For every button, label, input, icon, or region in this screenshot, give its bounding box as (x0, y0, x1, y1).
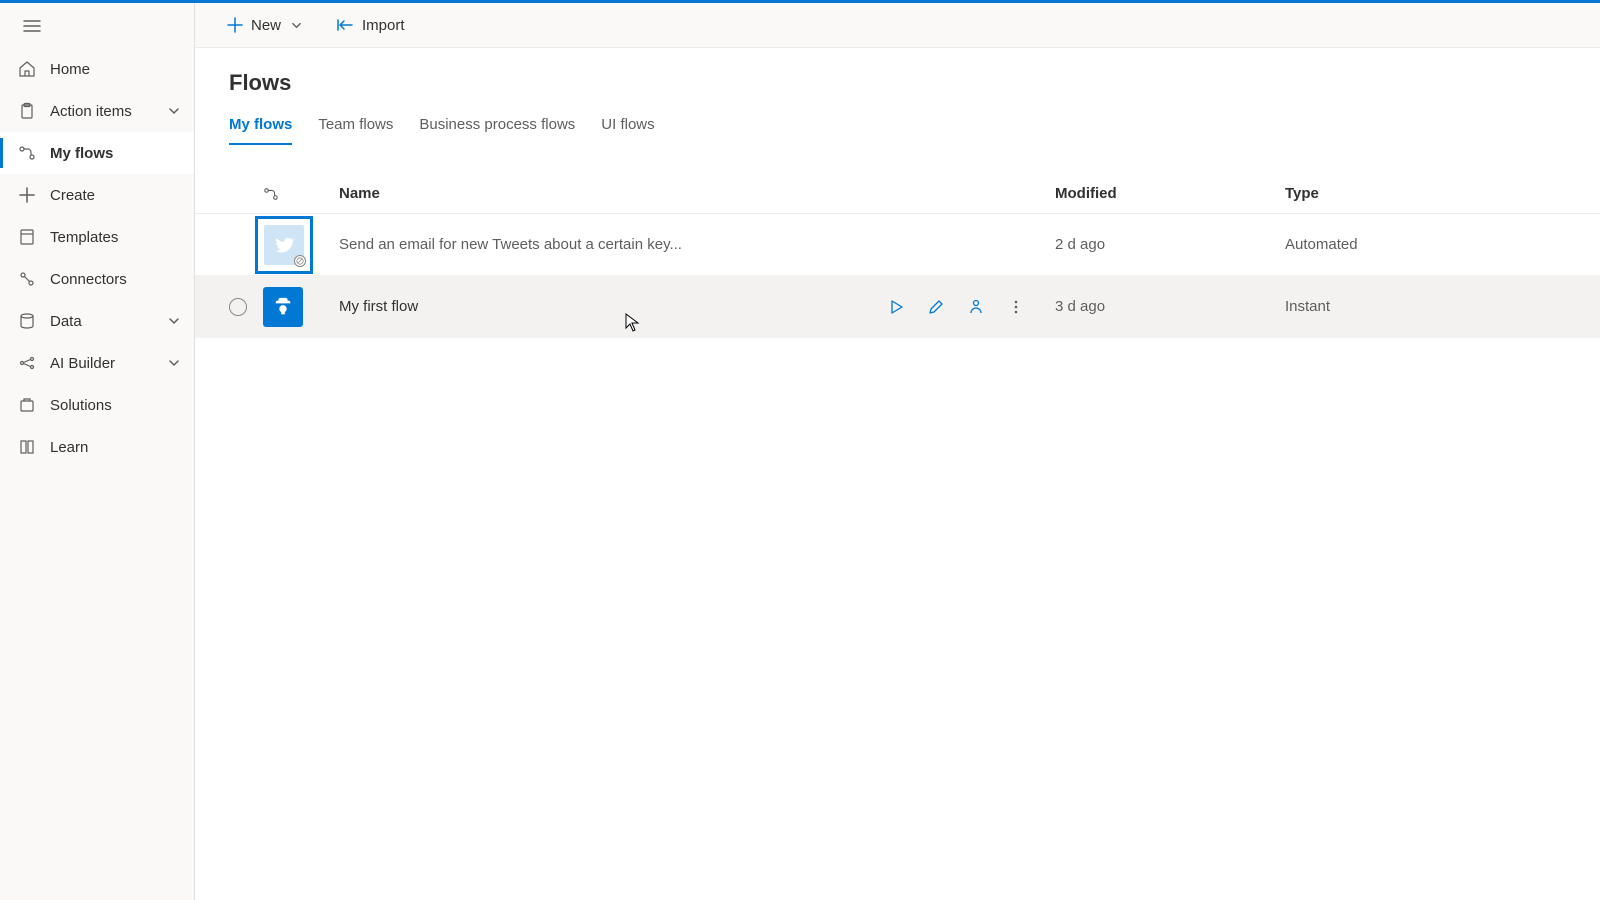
edit-button[interactable] (925, 296, 947, 318)
clipboard-icon (18, 102, 36, 120)
flow-name[interactable]: Send an email for new Tweets about a cer… (335, 236, 885, 253)
sidebar-item-ai-builder[interactable]: AI Builder (0, 342, 194, 384)
share-icon (967, 298, 985, 316)
ai-builder-icon (18, 354, 36, 372)
tab-business-process-flows[interactable]: Business process flows (419, 110, 575, 145)
run-button[interactable] (885, 296, 907, 318)
sidebar-item-templates[interactable]: Templates (0, 216, 194, 258)
import-button[interactable]: Import (330, 8, 411, 42)
hamburger-row (0, 3, 194, 48)
pencil-icon (928, 299, 944, 315)
tab-label: My flows (229, 116, 292, 133)
data-icon (18, 312, 36, 330)
sidebar-item-label: Data (50, 313, 82, 330)
sidebar-item-connectors[interactable]: Connectors (0, 258, 194, 300)
flows-grid: Name Modified Type (195, 174, 1600, 338)
table-row[interactable]: Send an email for new Tweets about a cer… (195, 214, 1600, 276)
tab-label: UI flows (601, 116, 654, 133)
share-button[interactable] (965, 296, 987, 318)
flow-modified: 2 d ago (1055, 236, 1285, 253)
tabs: My flows Team flows Business process flo… (229, 110, 1600, 146)
sidebar-item-label: Connectors (50, 271, 127, 288)
plus-icon (227, 17, 243, 33)
row-actions (885, 296, 1055, 318)
sidebar-item-label: Templates (50, 229, 118, 246)
sidebar-item-solutions[interactable]: Solutions (0, 384, 194, 426)
more-vertical-icon (1008, 299, 1024, 315)
chevron-down-icon (168, 105, 180, 117)
sidebar-item-label: AI Builder (50, 355, 115, 372)
col-type[interactable]: Type (1285, 185, 1600, 202)
chevron-down-icon (291, 20, 302, 31)
sidebar-item-label: Solutions (50, 397, 112, 414)
tab-team-flows[interactable]: Team flows (318, 110, 393, 145)
connectors-icon (18, 270, 36, 288)
grid-header: Name Modified Type (195, 174, 1600, 214)
templates-icon (18, 228, 36, 246)
col-name[interactable]: Name (335, 185, 885, 202)
sidebar-item-label: Learn (50, 439, 88, 456)
flow-name[interactable]: My first flow (335, 298, 885, 315)
instant-flow-icon (263, 287, 303, 327)
col-icon (255, 186, 335, 202)
flow-icon (18, 144, 36, 162)
tab-label: Business process flows (419, 116, 575, 133)
content: Flows My flows Team flows Business proce… (195, 48, 1600, 338)
sidebar-item-home[interactable]: Home (0, 48, 194, 90)
flow-type: Instant (1285, 298, 1600, 315)
import-label: Import (362, 17, 405, 34)
flow-modified: 3 d ago (1055, 298, 1285, 315)
learn-icon (18, 438, 36, 456)
row-icon-cell (255, 216, 335, 274)
sidebar-item-my-flows[interactable]: My flows (0, 132, 194, 174)
sidebar-item-label: Action items (50, 103, 132, 120)
more-button[interactable] (1005, 296, 1027, 318)
flow-type: Automated (1285, 236, 1600, 253)
radio-icon[interactable] (229, 298, 247, 316)
play-icon (888, 299, 904, 315)
disabled-badge-icon (294, 255, 306, 267)
sidebar-item-label: Home (50, 61, 90, 78)
app-root: Home Action items My flows Create (0, 3, 1600, 900)
page-title: Flows (229, 70, 1600, 96)
tab-label: Team flows (318, 116, 393, 133)
col-modified[interactable]: Modified (1055, 185, 1285, 202)
new-button[interactable]: New (221, 8, 308, 42)
sidebar-item-label: My flows (50, 145, 113, 162)
sidebar-item-create[interactable]: Create (0, 174, 194, 216)
command-bar: New Import (195, 3, 1600, 48)
hamburger-icon (23, 17, 41, 35)
plus-icon (18, 186, 36, 204)
new-label: New (251, 17, 281, 34)
flow-icon (263, 186, 279, 202)
home-icon (18, 60, 36, 78)
row-icon-cell (255, 287, 335, 327)
main-region: New Import Flows My flows Team flows Bus… (195, 3, 1600, 900)
import-icon (336, 17, 354, 33)
tab-my-flows[interactable]: My flows (229, 110, 292, 145)
flow-thumbnail-selected[interactable] (255, 216, 313, 274)
twitter-icon (264, 225, 304, 265)
sidebar: Home Action items My flows Create (0, 3, 195, 900)
chevron-down-icon (168, 357, 180, 369)
sidebar-item-label: Create (50, 187, 95, 204)
table-row[interactable]: My first flow (195, 276, 1600, 338)
hamburger-button[interactable] (18, 12, 46, 40)
row-select[interactable] (195, 298, 255, 316)
solutions-icon (18, 396, 36, 414)
sidebar-item-action-items[interactable]: Action items (0, 90, 194, 132)
sidebar-item-data[interactable]: Data (0, 300, 194, 342)
sidebar-item-learn[interactable]: Learn (0, 426, 194, 468)
chevron-down-icon (168, 315, 180, 327)
tab-ui-flows[interactable]: UI flows (601, 110, 654, 145)
